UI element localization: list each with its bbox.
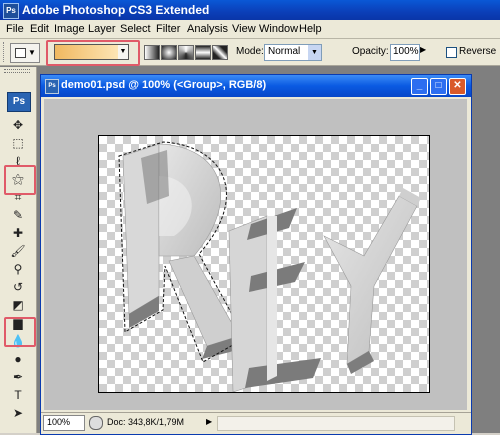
menu-layer[interactable]: Layer xyxy=(88,23,116,35)
clone-stamp-tool-icon[interactable]: ⚲ xyxy=(9,261,27,277)
letter-r-shape xyxy=(118,141,246,363)
reverse-checkbox[interactable] xyxy=(446,47,457,58)
menu-analysis[interactable]: Analysis xyxy=(187,23,228,35)
menu-window[interactable]: Window xyxy=(259,23,298,35)
3d-text-artwork xyxy=(118,141,421,392)
status-bar: 100% Doc: 343,8K/1,79M ▶ xyxy=(41,412,471,433)
canvas[interactable] xyxy=(98,135,430,393)
opacity-label: Opacity: xyxy=(352,46,389,57)
diamond-gradient-button[interactable] xyxy=(212,45,228,60)
document-window: Ps demo01.psd @ 100% (<Group>, RGB/8) _ … xyxy=(40,74,472,435)
eraser-tool-icon[interactable]: ◩ xyxy=(9,297,27,313)
status-info-icon[interactable] xyxy=(89,416,103,430)
letter-y-shape xyxy=(323,188,421,374)
toolbox: Ps ✥ ⬚ ℓ ⚝ ⌗ ✎ ✚ 🖌 ⚲ ↺ ◩ ▆ 💧 ● ✒ T ➤ xyxy=(0,67,37,433)
gradient-picker[interactable] xyxy=(54,44,120,60)
zoom-value: 100% xyxy=(47,417,71,427)
marquee-tool-icon[interactable]: ⬚ xyxy=(9,135,27,151)
document-title-bar[interactable]: Ps demo01.psd @ 100% (<Group>, RGB/8) _ … xyxy=(41,75,471,97)
app-title-bar: Ps Adobe Photoshop CS3 Extended xyxy=(0,0,500,20)
tool-preset-icon xyxy=(15,48,26,58)
photoshop-logo-icon: Ps xyxy=(3,3,19,19)
mode-select[interactable]: Normal ▼ xyxy=(264,44,322,61)
letter-e-shape xyxy=(228,208,321,392)
angle-gradient-button[interactable] xyxy=(178,45,194,60)
document-info[interactable]: Doc: 343,8K/1,79M xyxy=(107,417,184,427)
menu-file[interactable]: File xyxy=(6,23,24,35)
maximize-button[interactable]: □ xyxy=(430,78,447,95)
canvas-area[interactable] xyxy=(44,99,467,410)
pen-tool-icon[interactable]: ✒ xyxy=(9,369,27,385)
opacity-slider-arrow-icon[interactable]: ▶ xyxy=(420,45,426,54)
chevron-down-icon: ▼ xyxy=(308,45,321,60)
magic-wand-tool-highlight xyxy=(4,165,36,195)
status-menu-arrow-icon[interactable]: ▶ xyxy=(206,417,212,426)
toolbox-grip[interactable] xyxy=(4,69,30,73)
mode-label: Mode: xyxy=(236,46,264,57)
opacity-field[interactable]: 100% xyxy=(390,44,420,61)
history-brush-tool-icon[interactable]: ↺ xyxy=(9,279,27,295)
mode-value: Normal xyxy=(268,46,301,57)
menu-view[interactable]: View xyxy=(232,23,256,35)
options-bar: ▼ ▼ Mode: Normal ▼ Opacity: 100% ▶ Rever… xyxy=(0,39,500,66)
dodge-tool-icon[interactable]: ● xyxy=(9,351,27,367)
options-bar-grip[interactable] xyxy=(3,42,6,62)
menu-edit[interactable]: Edit xyxy=(30,23,49,35)
document-title: demo01.psd @ 100% (<Group>, RGB/8) xyxy=(61,79,267,91)
menu-select[interactable]: Select xyxy=(120,23,151,35)
brush-tool-icon[interactable]: 🖌 xyxy=(9,243,27,259)
zoom-field[interactable]: 100% xyxy=(43,415,85,431)
healing-brush-tool-icon[interactable]: ✚ xyxy=(9,225,27,241)
linear-gradient-button[interactable] xyxy=(144,45,160,60)
gradient-dropdown-button[interactable]: ▼ xyxy=(118,44,129,60)
menu-bar: File Edit Image Layer Select Filter Anal… xyxy=(0,20,500,39)
close-button[interactable]: ✕ xyxy=(449,78,466,95)
opacity-value: 100% xyxy=(393,46,419,57)
menu-filter[interactable]: Filter xyxy=(156,23,180,35)
photoshop-badge-icon[interactable]: Ps xyxy=(7,92,31,112)
type-tool-icon[interactable]: T xyxy=(9,387,27,403)
tool-preset-picker[interactable]: ▼ xyxy=(10,43,40,63)
gradient-tool-highlight xyxy=(4,317,36,347)
path-selection-tool-icon[interactable]: ➤ xyxy=(9,405,27,421)
menu-image[interactable]: Image xyxy=(54,23,85,35)
app-title: Adobe Photoshop CS3 Extended xyxy=(22,3,210,17)
reflected-gradient-button[interactable] xyxy=(195,45,211,60)
radial-gradient-button[interactable] xyxy=(161,45,177,60)
chevron-down-icon: ▼ xyxy=(28,48,36,57)
move-tool-icon[interactable]: ✥ xyxy=(9,117,27,133)
document-icon: Ps xyxy=(45,79,59,94)
eyedropper-tool-icon[interactable]: ✎ xyxy=(9,207,27,223)
reverse-label: Reverse xyxy=(459,46,497,57)
menu-help[interactable]: Help xyxy=(299,23,322,35)
minimize-button[interactable]: _ xyxy=(411,78,428,95)
horizontal-scrollbar[interactable] xyxy=(217,416,455,431)
